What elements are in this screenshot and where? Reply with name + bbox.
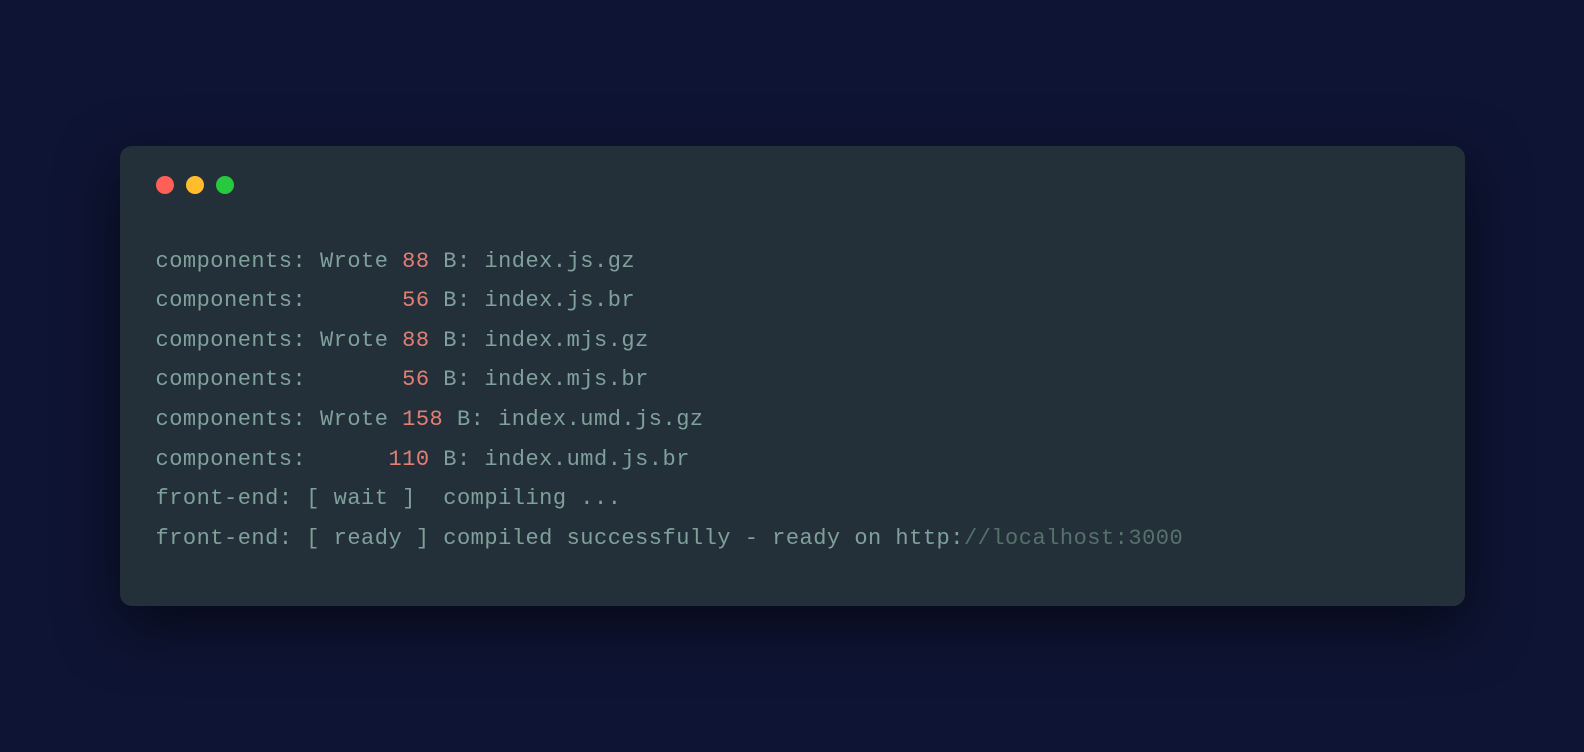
line-action: Wrote (320, 328, 389, 353)
status-message: compiling ... (430, 486, 622, 511)
url: //localhost:3000 (964, 526, 1183, 551)
size-unit: B (457, 407, 471, 432)
file-size: 158 (402, 407, 443, 432)
output-line: components: Wrote 88 B: index.js.gz (156, 242, 1429, 282)
file-size: 88 (402, 328, 429, 353)
terminal-output: components: Wrote 88 B: index.js.gzcompo… (156, 242, 1429, 559)
window-controls (156, 176, 1429, 194)
close-button[interactable] (156, 176, 174, 194)
line-prefix: front-end (156, 486, 279, 511)
size-unit: B (443, 367, 457, 392)
filename: index.umd.js.gz (498, 407, 704, 432)
line-action: Wrote (320, 407, 389, 432)
size-unit: B (443, 249, 457, 274)
line-prefix: components (156, 407, 293, 432)
size-unit: B (443, 447, 457, 472)
line-prefix: components (156, 288, 293, 313)
output-line: components: 110 B: index.umd.js.br (156, 440, 1429, 480)
file-size: 110 (388, 447, 429, 472)
filename: index.js.br (484, 288, 635, 313)
file-size: 88 (402, 249, 429, 274)
line-prefix: components (156, 249, 293, 274)
status-line: front-end: [ wait ] compiling ... (156, 479, 1429, 519)
status-message: compiled successfully - ready on http: (443, 526, 964, 551)
status-line: front-end: [ ready ] compiled successful… (156, 519, 1429, 559)
maximize-button[interactable] (216, 176, 234, 194)
size-unit: B (443, 288, 457, 313)
filename: index.mjs.br (484, 367, 648, 392)
line-prefix: components (156, 447, 293, 472)
output-line: components: Wrote 158 B: index.umd.js.gz (156, 400, 1429, 440)
status-bracket: [ ready ] (306, 526, 429, 551)
file-size: 56 (402, 367, 429, 392)
size-unit: B (443, 328, 457, 353)
output-line: components: 56 B: index.mjs.br (156, 360, 1429, 400)
line-prefix: components (156, 367, 293, 392)
line-prefix: front-end (156, 526, 279, 551)
status-bracket: [ wait ] (306, 486, 416, 511)
file-size: 56 (402, 288, 429, 313)
line-action: Wrote (320, 249, 389, 274)
terminal-window: components: Wrote 88 B: index.js.gzcompo… (120, 146, 1465, 607)
line-prefix: components (156, 328, 293, 353)
output-line: components: Wrote 88 B: index.mjs.gz (156, 321, 1429, 361)
filename: index.js.gz (484, 249, 635, 274)
minimize-button[interactable] (186, 176, 204, 194)
output-line: components: 56 B: index.js.br (156, 281, 1429, 321)
filename: index.mjs.gz (484, 328, 648, 353)
filename: index.umd.js.br (484, 447, 690, 472)
